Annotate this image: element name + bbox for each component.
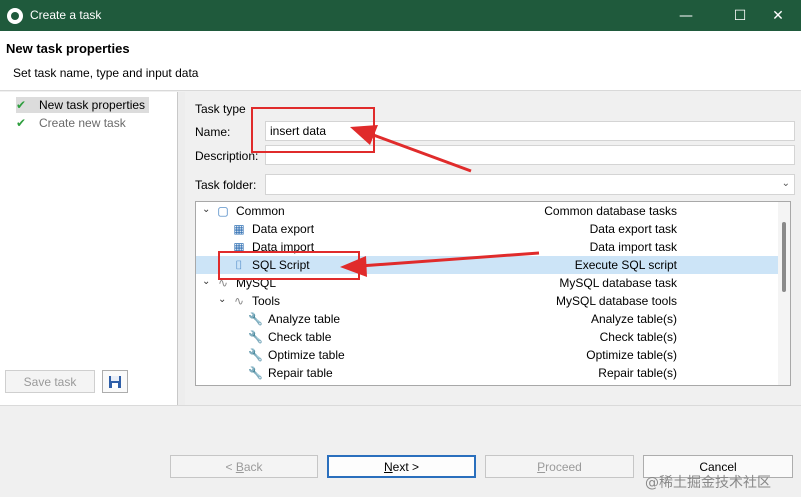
minimize-icon[interactable]: — [663,0,709,31]
step-new-task-properties[interactable]: ✔ New task properties [16,97,150,113]
proceed-button-rest: roceed [545,459,582,474]
tree-row-data-export[interactable]: ▦ Data export Data export task [196,220,779,238]
step-label: Create new task [39,116,126,130]
title-bar: Create a task — ☐ ✕ [0,0,801,31]
tree-row-tools[interactable]: ⌄ ∿ Tools MySQL database tools [196,292,779,310]
proceed-button[interactable]: Proceed [485,455,634,478]
task-type-tree[interactable]: ⌄ ▢ Common Common database tasks ▦ Data … [195,201,791,386]
task-folder-combo[interactable]: ⌄ [265,174,795,195]
tree-item-name: Analyze table [268,312,341,326]
tree-row-analyze-table[interactable]: 🔧 Analyze table Analyze table(s) [196,310,779,328]
table-export-icon: ▦ [233,222,245,236]
tree-vertical-scrollbar[interactable] [778,202,790,385]
mysql-icon: ∿ [233,294,245,308]
scrollbar-thumb[interactable] [782,222,786,292]
chevron-down-icon[interactable]: ⌄ [782,178,790,189]
tree-item-desc: Execute SQL script [574,258,677,272]
step-create-new-task[interactable]: ✔ Create new task [16,115,130,131]
checkmark-icon: ✔ [16,116,27,130]
next-button-mnemonic: N [383,459,393,474]
wrench-icon: 🔧 [248,366,263,380]
tree-row-common[interactable]: ⌄ ▢ Common Common database tasks [196,202,779,220]
chevron-down-icon[interactable]: ⌄ [202,276,212,287]
chevron-down-icon[interactable]: ⌄ [202,204,212,215]
task-folder-label: Task folder: [195,178,257,192]
task-type-legend: Task type [195,102,246,116]
wizard-header: New task properties Set task name, type … [0,31,801,91]
wrench-icon: 🔧 [248,312,263,326]
floppy-icon [109,375,121,388]
tree-item-name: Check table [268,330,332,344]
next-button-rest: ext > [392,459,420,474]
tree-row-check-table[interactable]: 🔧 Check table Check table(s) [196,328,779,346]
wizard-steps-panel: ✔ New task properties ✔ Create new task [0,92,178,405]
tree-item-name: Tools [252,294,281,308]
tree-item-desc: MySQL database task [559,276,677,290]
next-button[interactable]: Next > [327,455,476,478]
window-title: Create a task [30,8,102,22]
dbeaver-app-icon [7,8,23,24]
tree-item-desc: MySQL database tools [556,294,677,308]
tree-item-desc: Data import task [589,240,677,254]
close-icon[interactable]: ✕ [755,0,801,31]
step-label: New task properties [39,98,146,112]
proceed-button-mnemonic: P [537,459,546,474]
annotation-box-name [251,107,375,153]
tree-item-desc: Common database tasks [544,204,677,218]
checkmark-icon: ✔ [16,98,27,112]
tree-row-optimize-table[interactable]: 🔧 Optimize table Optimize table(s) [196,346,779,364]
tree-item-desc: Data export task [589,222,677,236]
tree-row-repair-table[interactable]: 🔧 Repair table Repair table(s) [196,364,779,382]
description-label: Description: [195,149,259,163]
page-title: New task properties [6,41,130,56]
back-button[interactable]: < Back [170,455,318,478]
back-button-mnemonic: B [235,459,244,474]
tree-item-name: Data export [252,222,315,236]
annotation-box-sql-script [218,251,360,280]
tree-item-desc: Analyze table(s) [590,312,677,326]
page-subtitle: Set task name, type and input data [13,66,199,80]
tree-item-name: Repair table [268,366,333,380]
tree-item-desc: Check table(s) [599,330,677,344]
tree-item-name: Optimize table [268,348,345,362]
panel-splitter[interactable] [178,92,185,405]
save-to-disk-button[interactable] [102,370,128,393]
back-button-prefix: < [225,459,236,474]
tree-item-name: Common [236,204,285,218]
tree-item-desc: Repair table(s) [598,366,677,380]
back-button-rest: ack [243,459,263,474]
wrench-icon: 🔧 [248,330,263,344]
wrench-icon: 🔧 [248,348,263,362]
save-task-button[interactable]: Save task [5,370,95,393]
tree-item-desc: Optimize table(s) [586,348,677,362]
name-label: Name: [195,125,231,139]
watermark-text: @稀土掘金技术社区 [645,475,771,491]
folder-icon: ▢ [217,204,229,218]
chevron-down-icon[interactable]: ⌄ [218,294,228,305]
